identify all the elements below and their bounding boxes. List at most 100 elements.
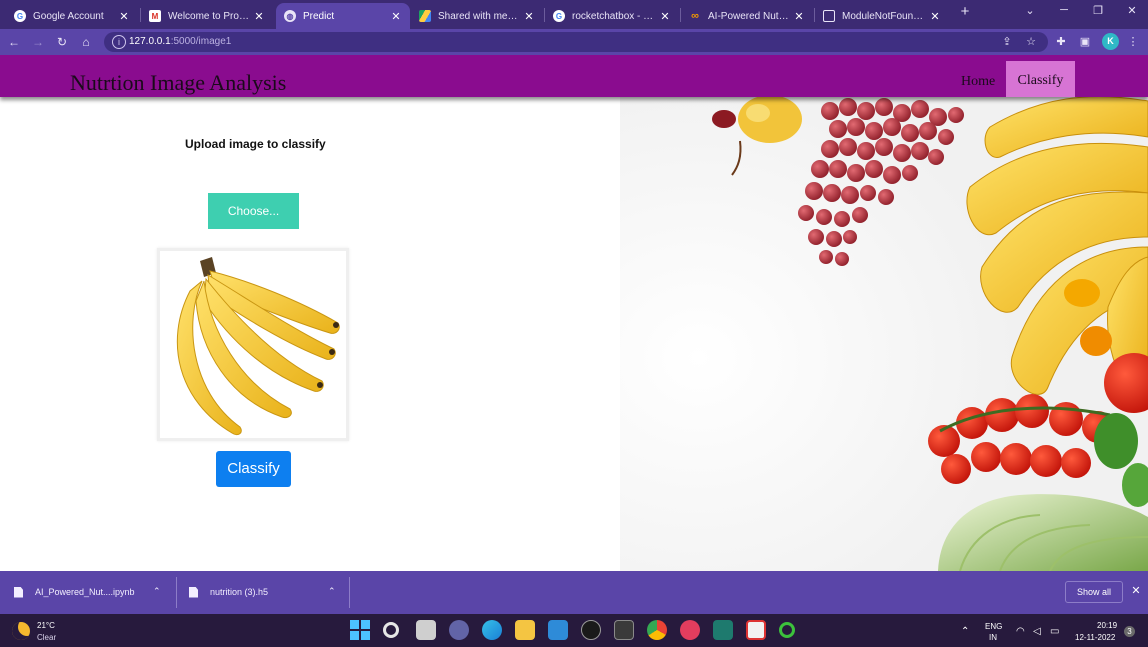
nav-link-classify[interactable]: Classify — [1006, 61, 1075, 97]
rocketchat-icon[interactable] — [680, 620, 700, 640]
url-host: 127.0.0.1 — [129, 36, 171, 47]
download-filename: nutrition (3).h5 — [210, 587, 269, 597]
chevron-up-icon[interactable]: ⌃ — [153, 586, 161, 597]
tab-google-account[interactable]: G Google Account ✕ — [6, 3, 138, 29]
address-bar[interactable] — [104, 32, 1048, 52]
wifi-icon[interactable]: ◠ — [1016, 626, 1025, 637]
gmail-icon: M — [149, 10, 161, 22]
url-text[interactable]: 127.0.0.1:5000/image1 — [129, 36, 231, 47]
taskbar — [0, 614, 1148, 647]
file-explorer-icon[interactable] — [515, 620, 535, 640]
restore-icon[interactable]: ❐ — [1087, 4, 1109, 17]
teams-chat-icon[interactable] — [449, 620, 469, 640]
tab-search-icon[interactable]: ⌄ — [1019, 4, 1041, 17]
terminal-icon[interactable] — [614, 620, 634, 640]
tab-title: Google Account — [33, 10, 104, 22]
language-region[interactable]: IN — [989, 633, 997, 642]
tab-title: rocketchatbox - Google Search — [572, 10, 655, 22]
extensions-icon[interactable]: ✚ — [1052, 33, 1070, 51]
home-icon[interactable]: ⌂ — [77, 33, 95, 51]
chrome-icon[interactable] — [647, 620, 667, 640]
file-icon — [14, 586, 23, 598]
tab-gmail[interactable]: M Welcome to ProjectEd ✕ — [141, 3, 273, 29]
image-preview — [157, 248, 349, 441]
notification-badge[interactable]: 3 — [1124, 626, 1135, 637]
shelf-divider — [176, 577, 177, 608]
tab-strip: G Google Account ✕ M Welcome to ProjectE… — [0, 0, 1148, 29]
tab-google-drive[interactable]: Shared with me - Google Drive ✕ — [411, 3, 543, 29]
menu-kebab-icon[interactable]: ⋮ — [1124, 33, 1142, 51]
window-close-icon[interactable]: ✕ — [1121, 4, 1143, 17]
clock-time[interactable]: 20:19 — [1097, 621, 1117, 630]
tab-google-search[interactable]: G rocketchatbox - Google Search ✕ — [545, 3, 679, 29]
close-icon[interactable]: ✕ — [390, 10, 402, 23]
tab-title: ModuleNotFoundError — [842, 10, 925, 22]
language-code[interactable]: ENG — [985, 622, 1002, 631]
cube-icon — [823, 10, 835, 22]
moon-weather-icon[interactable] — [12, 622, 30, 640]
close-icon[interactable]: ✕ — [793, 10, 805, 23]
show-all-downloads-button[interactable]: Show all — [1065, 581, 1123, 603]
app-circle-icon[interactable] — [779, 622, 795, 638]
infinity-icon: ∞ — [691, 10, 699, 22]
download-item[interactable]: nutrition (3).h5 — [189, 582, 268, 602]
close-icon[interactable]: ✕ — [523, 10, 535, 23]
side-panel-icon[interactable]: ▣ — [1076, 33, 1094, 51]
download-filename: AI_Powered_Nut....ipynb — [35, 587, 135, 597]
banana-bunch-image — [176, 257, 340, 436]
search-icon[interactable] — [383, 622, 399, 638]
bookmark-star-icon[interactable]: ☆ — [1022, 33, 1040, 51]
nav-link-home[interactable]: Home — [961, 74, 995, 90]
dell-icon[interactable] — [581, 620, 601, 640]
site-navbar: Nutrtion Image Analysis Home Classify — [0, 55, 1148, 97]
web-page: Nutrtion Image Analysis Home Classify Up… — [0, 55, 1148, 571]
close-icon[interactable]: ✕ — [253, 10, 265, 23]
close-icon[interactable]: ✕ — [659, 10, 671, 23]
chevron-up-icon[interactable]: ⌃ — [328, 586, 336, 597]
tab-ai-powered-nutrition[interactable]: ∞ AI-Powered Nutrition ✕ — [681, 3, 813, 29]
drive-icon — [419, 10, 431, 22]
reload-icon[interactable]: ↻ — [53, 33, 71, 51]
site-title: Nutrtion Image Analysis — [70, 70, 287, 95]
weather-temperature[interactable]: 21°C — [37, 621, 55, 630]
chevron-up-icon[interactable]: ⌃ — [961, 626, 969, 637]
minimize-icon[interactable]: ─ — [1053, 4, 1075, 16]
tab-title: Shared with me - Google Drive — [438, 10, 519, 22]
app-icon[interactable] — [713, 620, 733, 640]
classify-button[interactable]: Classify — [216, 451, 291, 487]
url-path: :5000/image1 — [170, 36, 232, 47]
produce-background-image — [620, 97, 1148, 571]
new-tab-button[interactable]: + — [954, 3, 976, 20]
start-windows-icon[interactable] — [350, 620, 370, 640]
google-icon: G — [14, 10, 26, 22]
snipping-tool-icon[interactable] — [746, 620, 766, 640]
file-icon — [189, 586, 198, 598]
close-shelf-icon[interactable]: ✕ — [1130, 584, 1142, 597]
globe-icon: ◍ — [284, 10, 296, 22]
google-icon: G — [553, 10, 565, 22]
download-shelf: AI_Powered_Nut....ipynb ⌃ nutrition (3).… — [0, 571, 1148, 614]
task-view-icon[interactable] — [416, 620, 436, 640]
tab-title: Welcome to ProjectEd — [168, 10, 249, 22]
shelf-divider — [349, 577, 350, 608]
site-info-icon[interactable]: i — [112, 35, 126, 49]
tab-title: Predict — [303, 10, 335, 22]
volume-icon[interactable]: ◁ — [1033, 626, 1041, 637]
edge-browser-icon[interactable] — [482, 620, 502, 640]
tab-predict[interactable]: ◍ Predict ✕ — [276, 3, 410, 29]
profile-avatar[interactable]: K — [1102, 33, 1119, 50]
battery-icon[interactable]: ▭ — [1050, 626, 1059, 637]
close-icon[interactable]: ✕ — [929, 10, 941, 23]
tab-module-not-found[interactable]: ModuleNotFoundError ✕ — [815, 3, 949, 29]
upload-heading: Upload image to classify — [185, 137, 326, 151]
back-icon[interactable]: ← — [5, 33, 23, 51]
weather-condition[interactable]: Clear — [37, 633, 56, 642]
close-icon[interactable]: ✕ — [118, 10, 130, 23]
share-icon[interactable]: ⇪ — [998, 33, 1016, 51]
forward-icon[interactable]: → — [29, 33, 47, 51]
choose-file-button[interactable]: Choose... — [208, 193, 299, 229]
tab-title: AI-Powered Nutrition — [708, 10, 789, 22]
download-item[interactable]: AI_Powered_Nut....ipynb — [14, 582, 135, 602]
clock-date[interactable]: 12-11-2022 — [1075, 633, 1115, 642]
mail-icon[interactable] — [548, 620, 568, 640]
